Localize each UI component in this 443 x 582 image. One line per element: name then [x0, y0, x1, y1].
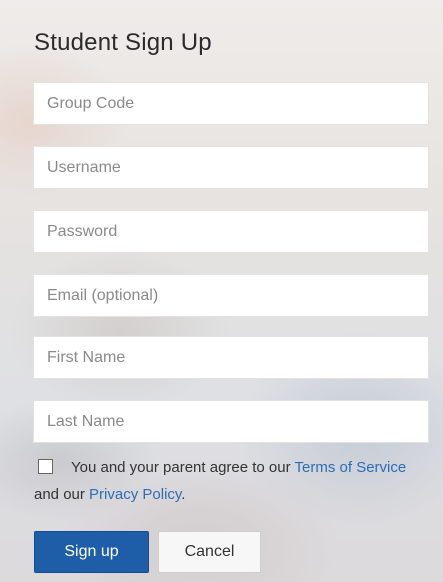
cancel-button[interactable]: Cancel: [158, 531, 261, 573]
agreement-text-after: .: [181, 486, 186, 503]
username-input[interactable]: [33, 146, 429, 189]
form-title: Student Sign Up: [34, 29, 212, 56]
last-name-input[interactable]: [33, 400, 429, 443]
agree-checkbox[interactable]: [38, 459, 53, 474]
sign-up-button[interactable]: Sign up: [34, 531, 149, 573]
privacy-policy-link[interactable]: Privacy Policy: [89, 486, 181, 503]
terms-of-service-link[interactable]: Terms of Service: [295, 459, 407, 476]
agreement-text-middle: and our: [34, 486, 90, 503]
first-name-input[interactable]: [33, 336, 429, 379]
group-code-input[interactable]: [33, 82, 429, 125]
password-input[interactable]: [33, 210, 429, 253]
email-input[interactable]: [33, 274, 429, 317]
signup-form: Student Sign Up You and your parent agre…: [0, 0, 443, 582]
terms-agreement: You and your parent agree to our Terms o…: [34, 454, 424, 508]
agreement-text-before: You and your parent agree to our: [71, 459, 295, 476]
